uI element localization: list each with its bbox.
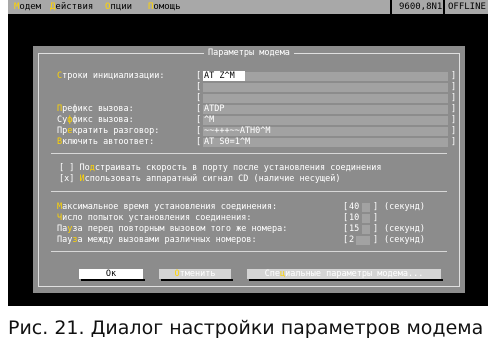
- modem-settings-dialog: Параметры модема Строки инициализации: […: [33, 46, 465, 293]
- caption-text: Рис. 21. Диалог настройки параметров мод…: [8, 317, 484, 339]
- connect-attempts-input[interactable]: 10: [349, 213, 359, 223]
- pause-retry-input[interactable]: 15: [349, 224, 359, 234]
- cancel-button[interactable]: Отменить: [159, 269, 231, 279]
- divider: [51, 191, 447, 192]
- menu-options[interactable]: Опции: [105, 2, 132, 12]
- status-separator: [390, 0, 392, 14]
- divider: [51, 153, 447, 154]
- pause-between-unit: (секунд): [384, 235, 425, 245]
- desktop: Параметры модема Строки инициализации: […: [8, 14, 488, 306]
- connect-attempts-label: Число попыток установления соединения:: [57, 213, 252, 223]
- menu-help[interactable]: Помощь: [148, 2, 181, 12]
- max-connect-time-label: Максимальное время установления соединен…: [57, 202, 278, 212]
- dialog-title: Параметры модема: [33, 48, 465, 58]
- max-connect-time-unit: (секунд): [384, 202, 425, 212]
- pause-between-input[interactable]: 2: [349, 235, 354, 245]
- terminal-screen: Модем Действия Опции Помощь 9600,8N1 OFF…: [8, 0, 488, 306]
- special-params-button[interactable]: Специальные параметры модема...: [247, 269, 441, 279]
- hangup-input[interactable]: ~~+++~~ATH0^M: [204, 126, 271, 136]
- status-speed: 9600,8N1: [399, 2, 443, 12]
- pause-between-label: Пауза между вызовами различных номеров:: [57, 235, 257, 245]
- status-online: OFFLINE: [448, 2, 486, 12]
- adjust-speed-checkbox[interactable]: [ ] Подстраивать скорость в порту после …: [59, 163, 381, 173]
- dial-suffix-input[interactable]: ^M: [204, 115, 214, 125]
- status-separator: [443, 0, 445, 14]
- max-connect-time-input[interactable]: 40: [349, 202, 359, 212]
- figure-caption: Рис. 21. Диалог настройки параметров мод…: [0, 306, 496, 351]
- divider: [51, 251, 447, 252]
- dial-prefix-label: Префикс вызова:: [57, 104, 134, 114]
- hangup-label: Прекратить разговор:: [57, 126, 160, 136]
- init-strings-label: Строки инициализации:: [57, 71, 165, 81]
- autoanswer-input[interactable]: AT S0=1^M: [204, 137, 250, 147]
- init-string-1-input[interactable]: AT Z^M: [204, 71, 235, 81]
- pause-retry-label: Пауза перед повторным вызовом того же но…: [57, 224, 288, 234]
- use-cd-checkbox[interactable]: [x] Использовать аппаратный сигнал CD (н…: [59, 174, 340, 184]
- figure: Модем Действия Опции Помощь 9600,8N1 OFF…: [0, 0, 496, 351]
- autoanswer-label: Включить автоответ:: [57, 137, 155, 147]
- dial-prefix-input[interactable]: ATDP: [204, 104, 224, 114]
- menu-modem[interactable]: Модем: [14, 2, 41, 12]
- menu-bar: Модем Действия Опции Помощь 9600,8N1 OFF…: [8, 0, 488, 14]
- pause-retry-unit: (секунд): [384, 224, 425, 234]
- ok-button[interactable]: Ок: [79, 269, 143, 279]
- menu-actions[interactable]: Действия: [50, 2, 93, 12]
- dial-suffix-label: Суффикс вызова:: [57, 115, 134, 125]
